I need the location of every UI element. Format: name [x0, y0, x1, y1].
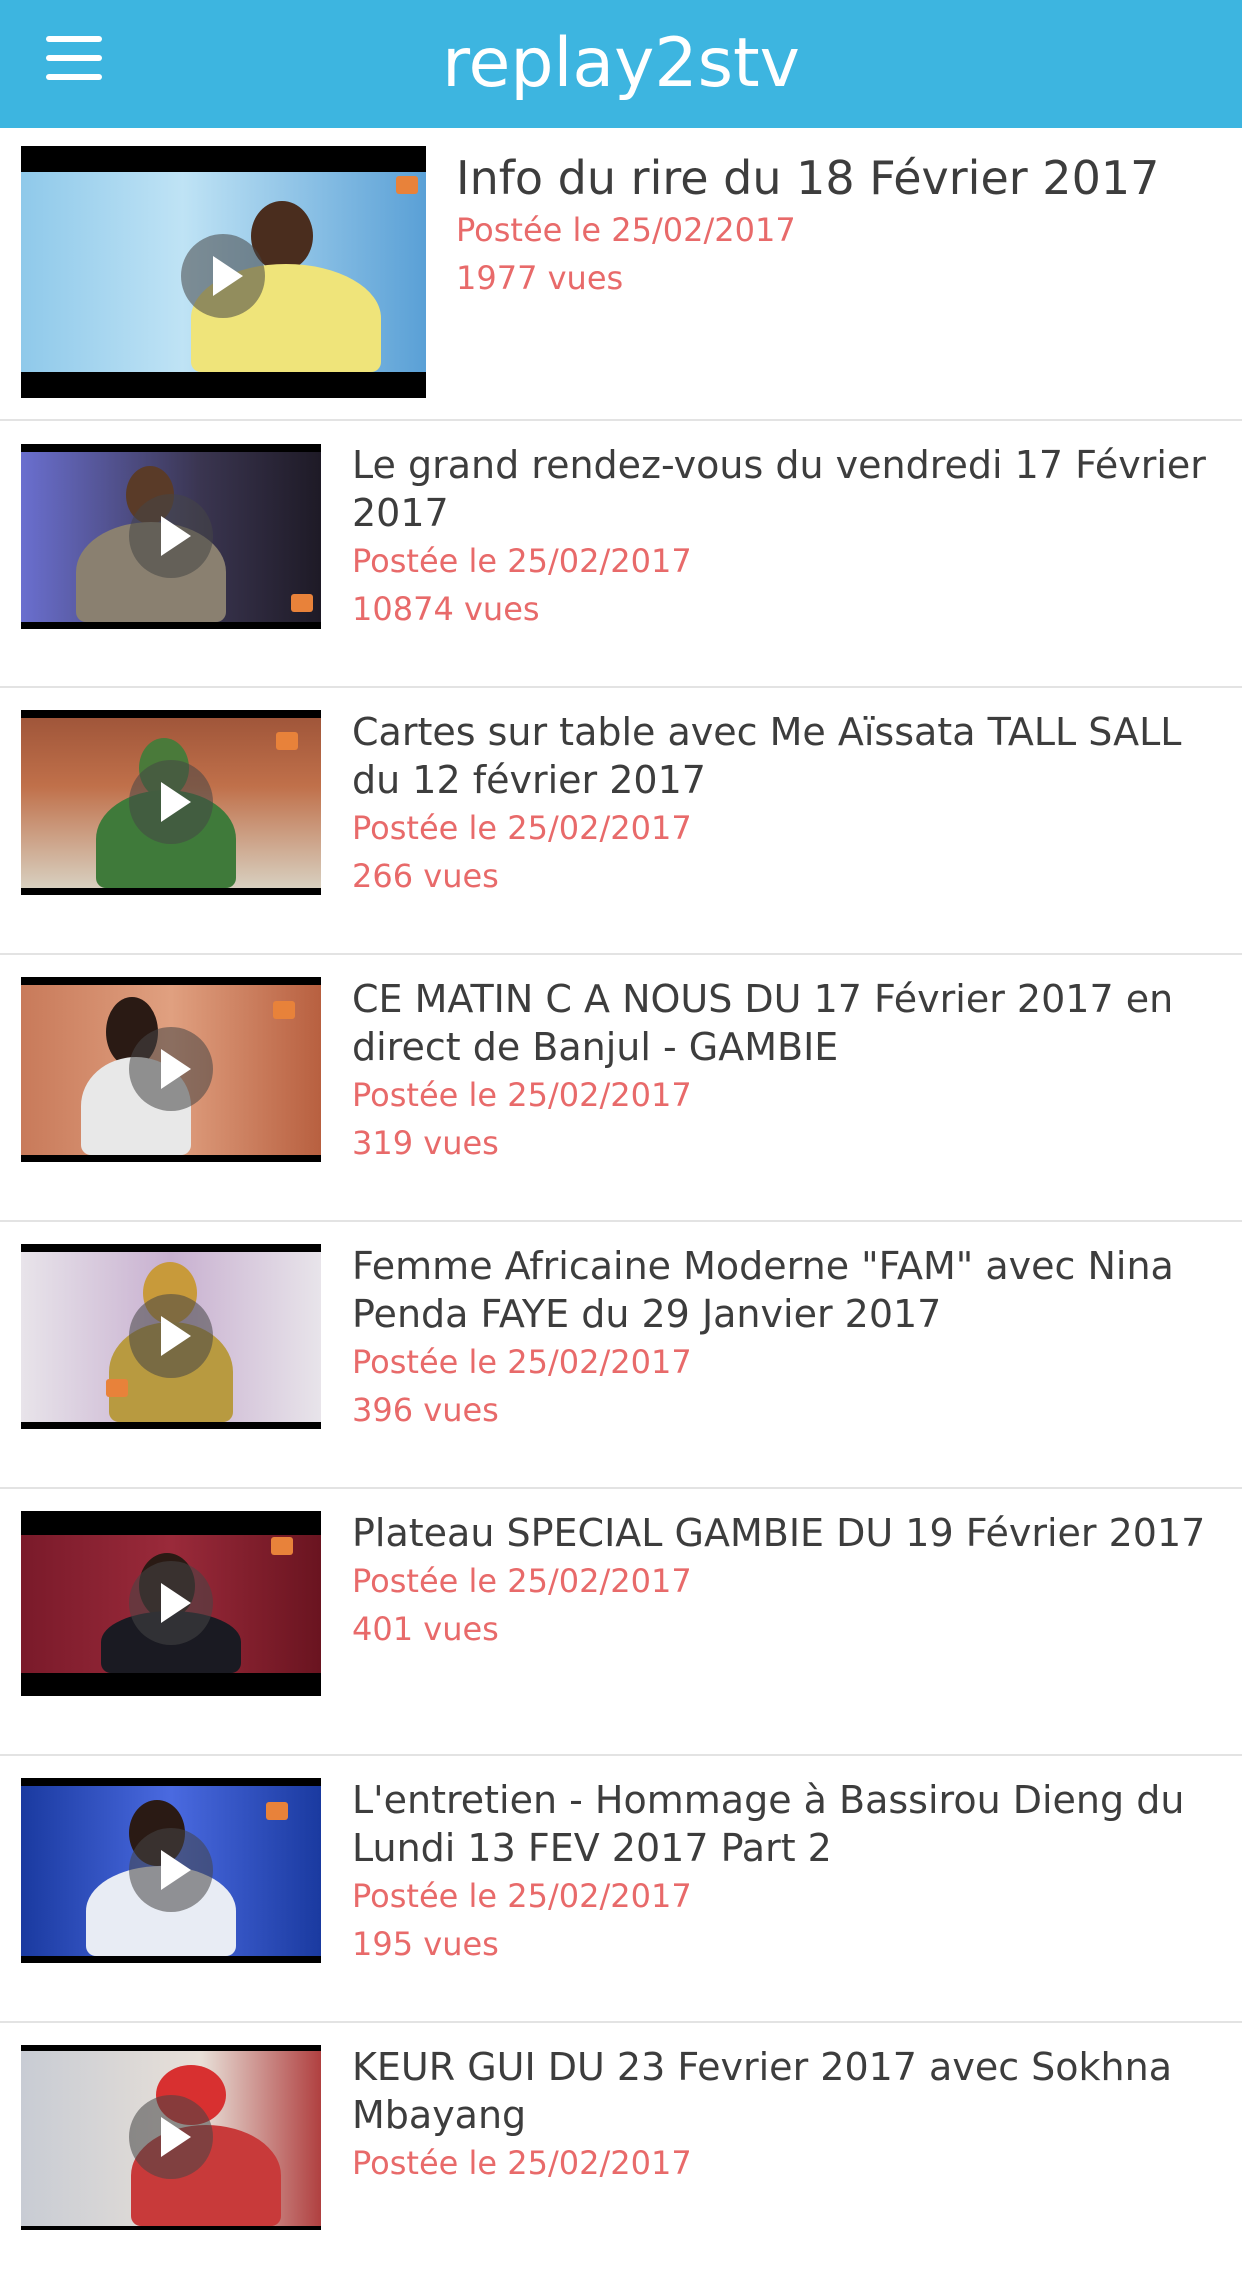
play-icon	[129, 1027, 213, 1111]
video-title: Info du rire du 18 Février 2017	[456, 151, 1160, 205]
app-title: replay2stv	[442, 24, 800, 103]
video-thumbnail[interactable]	[21, 146, 426, 398]
video-posted-date: Postée le 25/02/2017	[352, 1562, 692, 1600]
play-icon	[129, 494, 213, 578]
video-posted-date: Postée le 25/02/2017	[352, 1076, 692, 1114]
video-posted-date: Postée le 25/02/2017	[352, 1343, 692, 1381]
video-thumbnail[interactable]	[21, 444, 321, 629]
video-item[interactable]: KEUR GUI DU 23 Fevrier 2017 avec Sokhna …	[0, 2023, 1242, 2290]
play-icon	[129, 1561, 213, 1645]
video-title: CE MATIN C A NOUS DU 17 Février 2017 en …	[352, 977, 1174, 1069]
video-view-count: 195 vues	[352, 1925, 499, 1963]
video-view-count: 1977 vues	[456, 259, 624, 297]
video-view-count: 396 vues	[352, 1391, 499, 1429]
play-icon	[181, 234, 265, 318]
video-item[interactable]: Le grand rendez-vous du vendredi 17 Févr…	[0, 421, 1242, 688]
video-item[interactable]: Cartes sur table avec Me Aïssata TALL SA…	[0, 688, 1242, 955]
video-view-count: 319 vues	[352, 1124, 499, 1162]
play-icon	[129, 760, 213, 844]
video-posted-date: Postée le 25/02/2017	[352, 809, 692, 847]
video-thumbnail[interactable]	[21, 1778, 321, 1963]
play-icon	[129, 1828, 213, 1912]
video-thumbnail[interactable]	[21, 1511, 321, 1696]
video-title: KEUR GUI DU 23 Fevrier 2017 avec Sokhna …	[352, 2045, 1173, 2137]
video-title: L'entretien - Hommage à Bassirou Dieng d…	[352, 1778, 1185, 1870]
play-icon	[129, 1294, 213, 1378]
video-title: Le grand rendez-vous du vendredi 17 Févr…	[352, 443, 1206, 535]
video-title: Cartes sur table avec Me Aïssata TALL SA…	[352, 710, 1182, 802]
video-title: Femme Africaine Moderne "FAM" avec Nina …	[352, 1244, 1174, 1336]
video-thumbnail[interactable]	[21, 977, 321, 1162]
video-posted-date: Postée le 25/02/2017	[456, 211, 796, 249]
video-item[interactable]: L'entretien - Hommage à Bassirou Dieng d…	[0, 1756, 1242, 2023]
video-view-count: 10874 vues	[352, 590, 540, 628]
video-posted-date: Postée le 25/02/2017	[352, 2144, 692, 2182]
play-icon	[129, 2095, 213, 2179]
video-view-count: 266 vues	[352, 857, 499, 895]
video-item[interactable]: Plateau SPECIAL GAMBIE DU 19 Février 201…	[0, 1489, 1242, 1756]
app-bar: replay2stv	[0, 0, 1242, 128]
video-item[interactable]: Femme Africaine Moderne "FAM" avec Nina …	[0, 1222, 1242, 1489]
video-view-count: 401 vues	[352, 1610, 499, 1648]
video-thumbnail[interactable]	[21, 710, 321, 895]
video-item[interactable]: Info du rire du 18 Février 2017 Postée l…	[0, 128, 1242, 421]
video-thumbnail[interactable]	[21, 2045, 321, 2230]
video-item[interactable]: CE MATIN C A NOUS DU 17 Février 2017 en …	[0, 955, 1242, 1222]
video-posted-date: Postée le 25/02/2017	[352, 1877, 692, 1915]
video-thumbnail[interactable]	[21, 1244, 321, 1429]
video-title: Plateau SPECIAL GAMBIE DU 19 Février 201…	[352, 1511, 1206, 1555]
video-list: Info du rire du 18 Février 2017 Postée l…	[0, 128, 1242, 2290]
video-posted-date: Postée le 25/02/2017	[352, 542, 692, 580]
